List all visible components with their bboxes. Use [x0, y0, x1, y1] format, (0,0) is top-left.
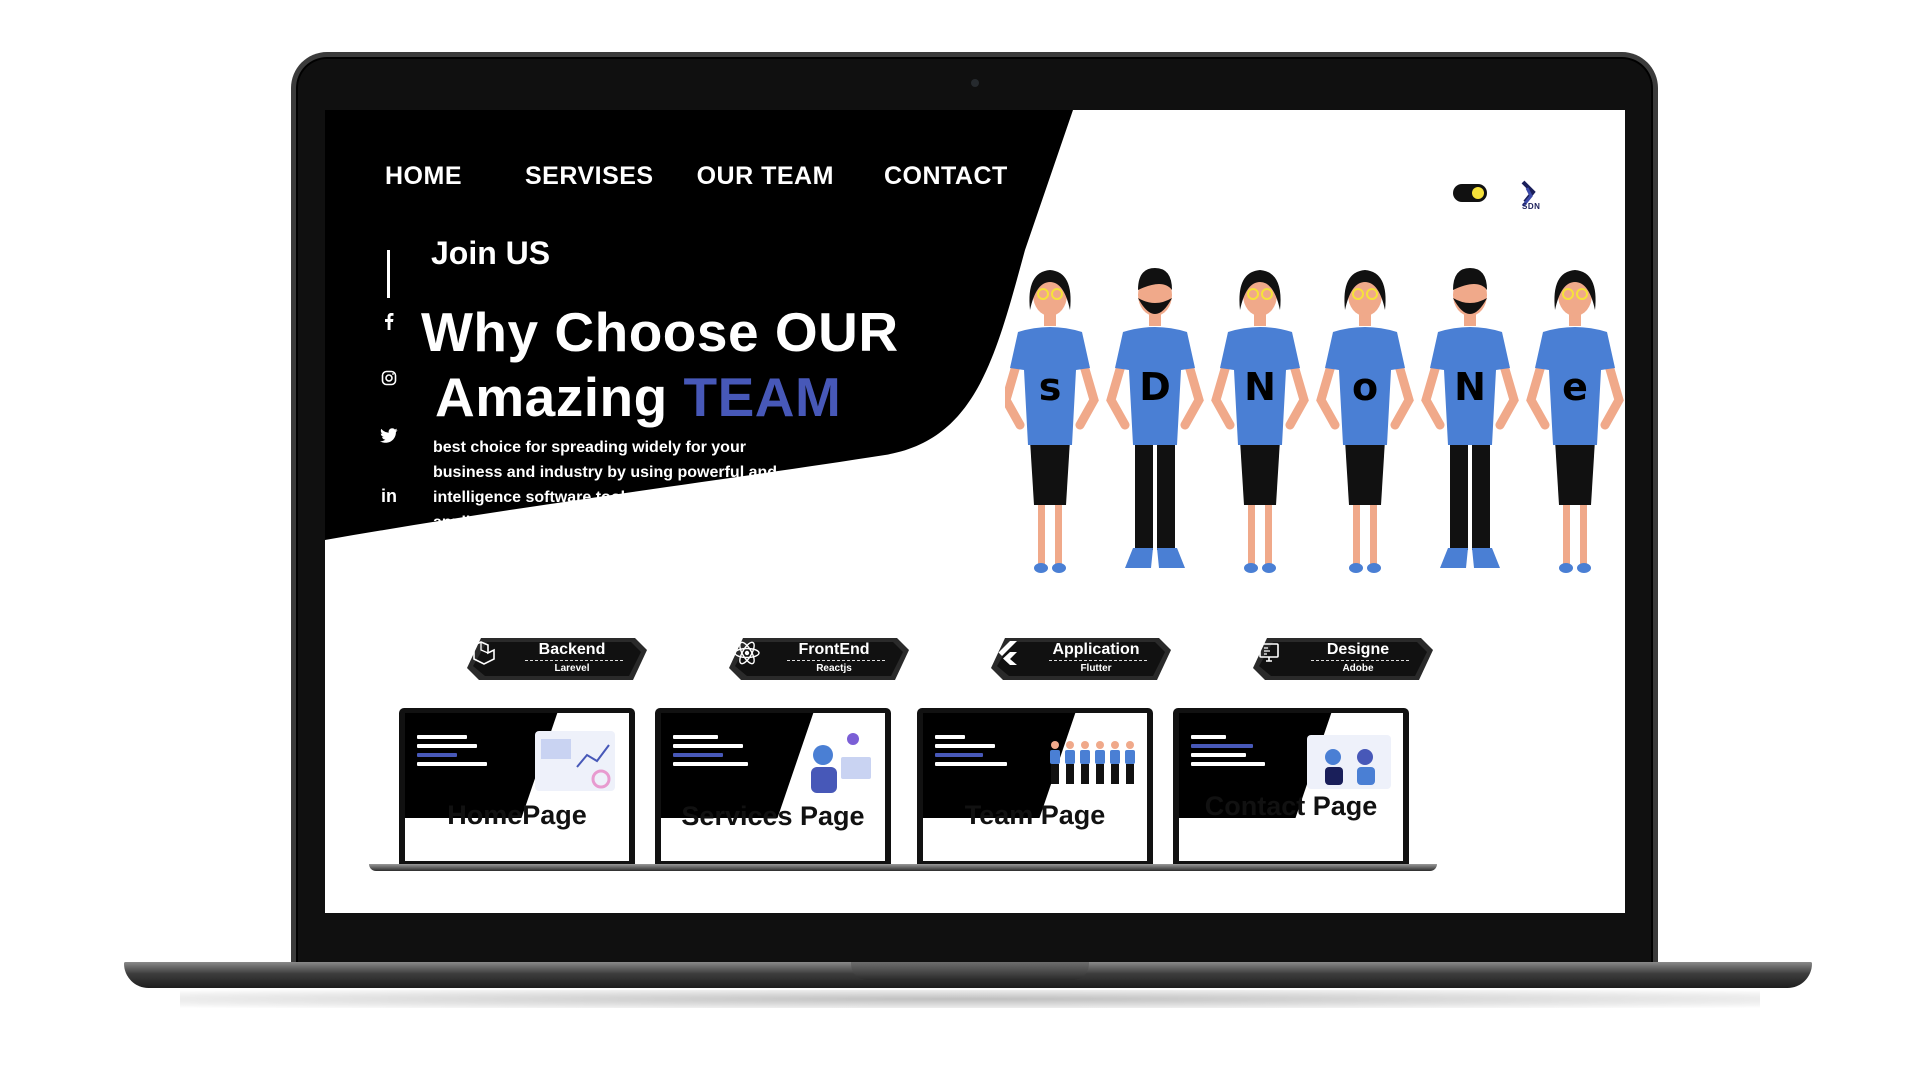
preview-label: Contact Page: [1204, 791, 1378, 821]
team-member-figure: o: [1316, 270, 1414, 573]
preview-screen: [405, 713, 629, 861]
preview-laptop-base: [369, 864, 663, 871]
social-divider-bottom: [387, 530, 390, 578]
badge-subtitle: Flutter: [1080, 663, 1112, 674]
preview-laptop-base: [625, 864, 919, 871]
preview-dashboard-art: [535, 731, 615, 791]
camera-dot: [970, 79, 979, 87]
hero-description: best choice for spreading widely for you…: [433, 439, 778, 531]
team-member-figure: s: [1005, 270, 1099, 573]
team-member-figure: D: [1106, 268, 1204, 568]
preview-text-lines: [935, 735, 1015, 771]
social-divider-top: [387, 250, 390, 298]
toggle-knob: [1472, 187, 1484, 199]
social-links: in: [377, 250, 401, 578]
badge-title: Application: [1052, 641, 1140, 658]
team-letter: N: [1244, 365, 1276, 409]
preview-text-lines: [673, 735, 753, 771]
flutter-icon: [995, 640, 1033, 678]
badge-title: Backend: [538, 641, 606, 658]
badge-subtitle: Reactjs: [816, 663, 852, 674]
badge-title: Designe: [1326, 641, 1390, 658]
mini-team-figure: [1110, 741, 1120, 784]
preview-label: HomePage: [447, 800, 587, 830]
badge-dash: [1311, 660, 1409, 661]
team-illustration: s D No Ne: [1005, 268, 1624, 573]
nav-contact[interactable]: CONTACT: [884, 162, 1008, 191]
laptop-notch: [851, 962, 1089, 980]
preview-text-lines: [1191, 735, 1271, 771]
nav-our-team[interactable]: OUR TEAM: [697, 162, 834, 191]
team-letter: s: [1039, 365, 1062, 409]
logo-text: SDN: [1522, 202, 1541, 211]
team-letter: D: [1139, 365, 1171, 409]
preview-laptop-base: [1143, 864, 1437, 871]
hero-title-prefix: Amazing: [435, 366, 668, 428]
nav-services[interactable]: SERVISES: [525, 162, 654, 191]
preview-services-art: [811, 733, 871, 793]
preview-laptop-base: [887, 864, 1181, 871]
preview-team-page[interactable]: Team Page: [887, 708, 1181, 871]
mini-team-figure: [1080, 741, 1090, 784]
badge-dash: [787, 660, 885, 661]
preview-screen: [661, 713, 885, 861]
preview-label: Services Page: [681, 801, 865, 831]
team-letter: e: [1562, 365, 1588, 409]
laptop-shadow: [180, 990, 1760, 1008]
badge-dash: [1049, 660, 1147, 661]
badge-application: Application Flutter: [991, 638, 1171, 680]
preview-homepage[interactable]: HomePage: [369, 708, 663, 871]
instagram-icon[interactable]: [377, 370, 401, 414]
react-icon: [733, 640, 771, 678]
design-icon: [1257, 640, 1295, 678]
theme-toggle[interactable]: [1453, 184, 1487, 202]
facebook-icon[interactable]: [377, 312, 401, 356]
linkedin-icon[interactable]: in: [377, 486, 401, 530]
team-member-figure: N: [1421, 268, 1519, 568]
main-nav: HOME SERVISES OUR TEAM CONTACT: [385, 162, 1008, 191]
hero-title-line2: Amazing TEAM: [435, 365, 841, 429]
badge-frontend: FrontEnd Reactjs: [729, 638, 909, 680]
preview-services-page[interactable]: Services Page: [625, 708, 919, 871]
join-us-kicker: Join US: [431, 235, 551, 271]
mini-team-figure: [1125, 741, 1135, 784]
badge-backend: Backend Larevel: [467, 638, 647, 680]
badge-title: FrontEnd: [798, 641, 870, 658]
team-letter: N: [1454, 365, 1486, 409]
preview-contact-page[interactable]: Contact Page: [1143, 708, 1437, 871]
preview-team-art: [1050, 741, 1135, 784]
team-member-figure: e: [1526, 270, 1624, 573]
preview-screen: [923, 713, 1147, 861]
preview-screen: [1179, 713, 1403, 861]
badge-dash: [525, 660, 623, 661]
badge-subtitle: Larevel: [554, 663, 590, 674]
sdn-logo[interactable]: [1513, 178, 1553, 218]
team-member-figure: N: [1211, 270, 1309, 573]
twitter-icon[interactable]: [377, 428, 401, 472]
mini-team-figure: [1095, 741, 1105, 784]
nav-home[interactable]: HOME: [385, 162, 462, 191]
website-screen: HOME SERVISES OUR TEAM CONTACT SDN in Jo…: [325, 110, 1625, 913]
mini-team-figure: [1065, 741, 1075, 784]
laravel-icon: [471, 640, 509, 678]
mini-team-figure: [1050, 741, 1060, 784]
preview-text-lines: [417, 735, 497, 771]
badge-design: Designe Adobe: [1253, 638, 1433, 680]
badge-subtitle: Adobe: [1342, 663, 1374, 674]
hero-title-line1: Why Choose OUR: [421, 301, 899, 363]
preview-label: Team Page: [964, 800, 1106, 830]
hero-title-accent: TEAM: [683, 366, 842, 428]
team-letter: o: [1352, 365, 1378, 409]
